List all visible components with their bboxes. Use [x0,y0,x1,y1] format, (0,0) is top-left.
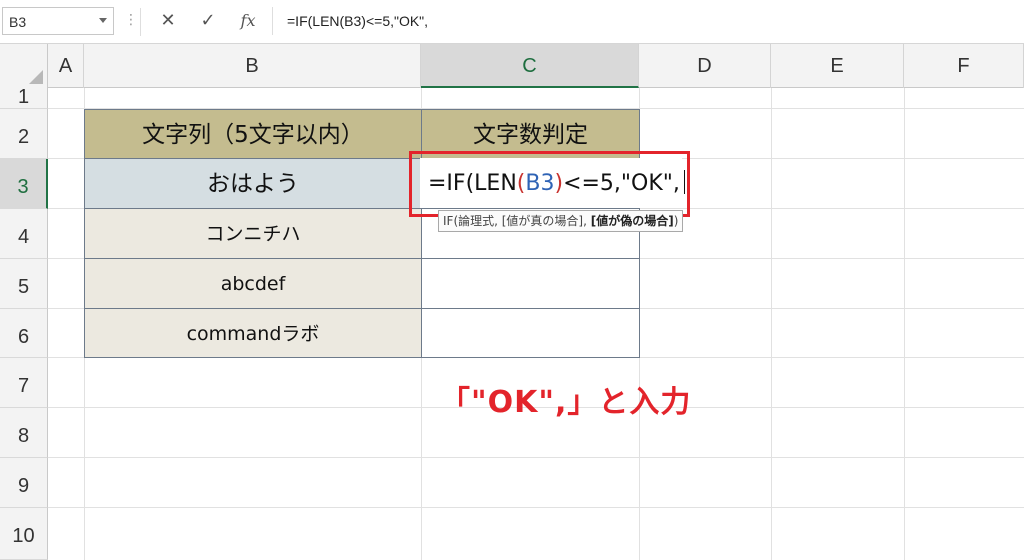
row-header-1[interactable]: 1 [0,87,48,109]
column-header-b[interactable]: B [84,44,421,88]
row-header-10[interactable]: 10 [0,508,48,560]
row-header-5[interactable]: 5 [0,259,48,309]
cell-b3[interactable]: おはよう [84,158,422,209]
grid-line [48,457,1024,458]
highlight-box [409,151,690,217]
grid-line [771,88,772,560]
row-header-4[interactable]: 4 [0,209,48,259]
row-header-9[interactable]: 9 [0,458,48,508]
name-box-value: B3 [9,14,27,30]
chevron-down-icon[interactable] [99,18,107,23]
column-header-f[interactable]: F [904,44,1024,88]
function-tooltip: IF(論理式, [値が真の場合], [値が偽の場合]) [438,210,684,232]
tooltip-current-arg: [値が偽の場合] [590,214,674,228]
cancel-icon[interactable]: ✕ [156,9,180,33]
formula-bar: B3 ⋮ ✕ ✓ fx =IF(LEN(B3)<=5,"OK", [0,0,1024,44]
cell-c5[interactable] [421,258,640,309]
cell-b2-header[interactable]: 文字列（5文字以内） [84,109,422,159]
more-dots-icon: ⋮ [124,12,138,28]
column-header-d[interactable]: D [639,44,771,88]
cell-b4[interactable]: コンニチハ [84,208,422,259]
tooltip-text: IF(論理式, [値が真の場合], [443,214,591,228]
formula-input[interactable]: =IF(LEN(B3)<=5,"OK", [272,7,1022,35]
formula-bar-divider [140,8,141,36]
select-all-button[interactable] [0,44,48,88]
row-header-3[interactable]: 3 [0,159,48,209]
cell-c6[interactable] [421,308,640,358]
row-header-8[interactable]: 8 [0,408,48,458]
column-header-a[interactable]: A [48,44,84,88]
column-header-row: A B C D E F [0,44,1024,88]
insert-function-button[interactable]: fx [236,9,260,33]
name-box[interactable]: B3 [2,7,114,35]
column-header-e[interactable]: E [771,44,904,88]
formula-text: =IF(LEN(B3)<=5,"OK", [287,13,429,29]
annotation-text: 「"OK",」と入力 [440,385,692,420]
check-icon[interactable]: ✓ [196,9,220,33]
tooltip-end: ) [673,214,679,228]
row-header-2[interactable]: 2 [0,109,48,159]
row-header-7[interactable]: 7 [0,358,48,408]
column-header-c[interactable]: C [421,44,639,88]
grid-line [904,88,905,560]
select-all-triangle-icon [29,70,43,84]
cell-b5[interactable]: abcdef [84,258,422,309]
grid-line [48,507,1024,508]
row-header-6[interactable]: 6 [0,309,48,358]
cell-b6[interactable]: commandラボ [84,308,422,358]
